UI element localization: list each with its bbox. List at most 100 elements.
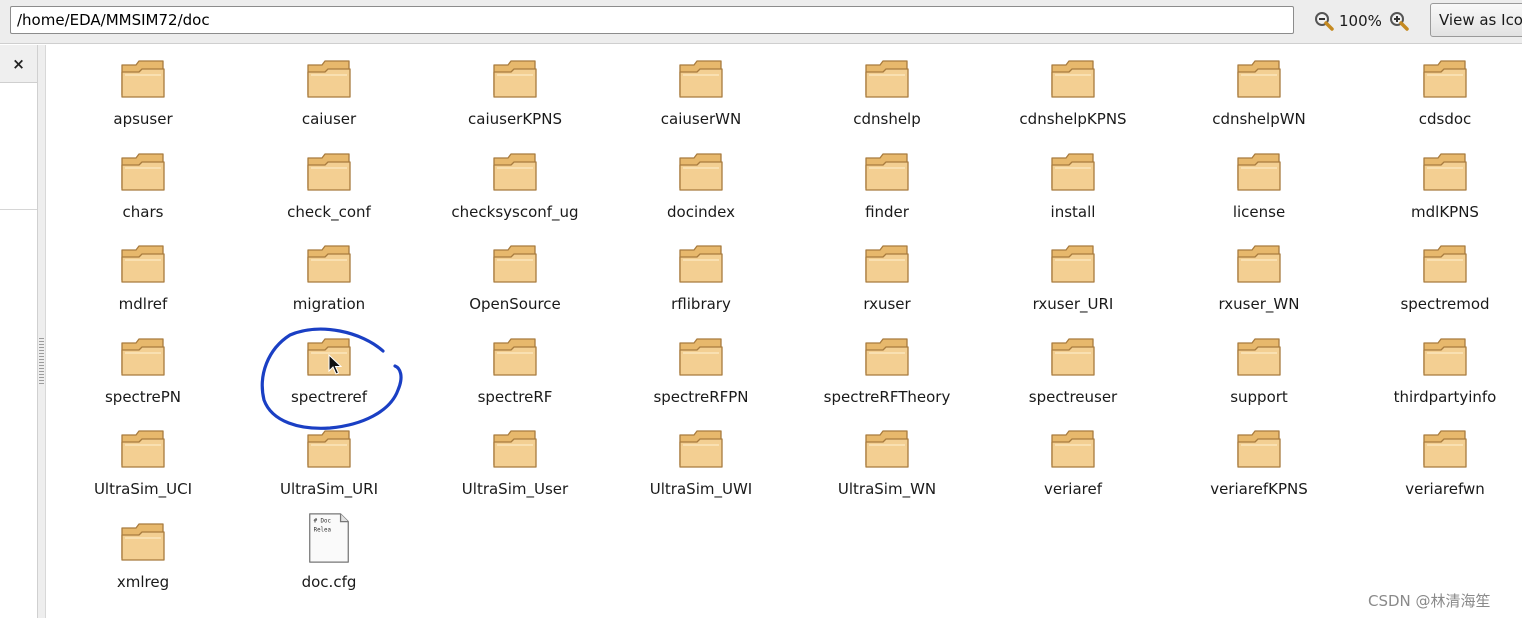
folder-item[interactable]: spectrePN [51,323,235,411]
folder-item[interactable]: rflibrary [609,230,793,318]
item-label: finder [865,202,909,221]
folder-icon [1237,245,1281,283]
folder-item[interactable]: thirdpartyinfo [1353,323,1522,411]
sidebar-divider [0,209,37,210]
folder-item[interactable]: install [981,138,1165,226]
folder-icon [679,245,723,283]
zoom-in-button[interactable] [1387,9,1411,33]
folder-item[interactable]: veriarefKPNS [1167,415,1351,503]
folder-item[interactable]: spectreuser [981,323,1165,411]
folder-item[interactable]: mdlref [51,230,235,318]
folder-item[interactable]: cdnshelpKPNS [981,45,1165,133]
folder-item[interactable]: xmlreg [51,508,235,596]
item-label: rflibrary [671,295,731,313]
folder-item[interactable]: check_conf [237,138,421,226]
folder-item[interactable]: docindex [609,138,793,226]
item-label: spectreuser [1028,387,1118,406]
item-label: rxuser_WN [1218,295,1300,313]
folder-item[interactable]: spectreref [237,323,421,411]
folder-icon [493,337,537,376]
folder-item[interactable]: cdnshelpWN [1167,45,1351,133]
folder-item[interactable]: UltraSim_User [423,415,607,503]
folder-item[interactable]: cdsdoc [1353,45,1522,133]
folder-item[interactable]: spectreRFTheory [795,323,979,411]
zoom-out-button[interactable] [1312,9,1336,33]
item-label: caiuserWN [660,110,742,128]
item-label: install [1050,202,1096,221]
item-label: support [1230,387,1288,406]
folder-item[interactable]: UltraSim_UCI [51,415,235,503]
view-as-select[interactable]: View as Icons [1430,3,1522,37]
file-preview-line: # Doc [314,518,331,524]
item-label: UltraSim_UWI [649,480,753,498]
item-label: check_conf [287,202,371,221]
folder-item[interactable]: rxuser [795,230,979,318]
location-input[interactable] [10,6,1294,34]
item-label: xmlreg [116,572,170,591]
folder-item[interactable]: finder [795,138,979,226]
folder-icon [1423,152,1467,191]
folder-icon [121,60,165,98]
item-label: doc.cfg [301,572,357,591]
folder-item[interactable]: checksysconf_ug [423,138,607,226]
folder-icon [121,337,165,376]
item-label: UltraSim_UCI [93,480,193,498]
folder-item[interactable]: caiuserKPNS [423,45,607,133]
item-label: spectreref [290,387,368,406]
item-label: UltraSim_User [461,480,569,498]
item-label: checksysconf_ug [451,202,579,221]
folder-item[interactable]: support [1167,323,1351,411]
folder-item[interactable]: UltraSim_UWI [609,415,793,503]
folder-item[interactable]: OpenSource [423,230,607,318]
folder-icon [865,60,909,98]
folder-item[interactable]: license [1167,138,1351,226]
folder-icon [1051,337,1095,376]
item-label: cdnshelpWN [1212,110,1306,128]
file-item[interactable]: # Doc Relea doc.cfg [237,508,421,596]
toolbar: 100% View as Icons [0,0,1522,44]
folder-icon [1051,152,1095,191]
folder-icon [493,245,537,283]
folder-item[interactable]: rxuser_WN [1167,230,1351,318]
folder-item[interactable]: UltraSim_URI [237,415,421,503]
item-label: spectreRF [477,387,553,406]
folder-icon [493,430,537,468]
folder-item[interactable]: UltraSim_WN [795,415,979,503]
folder-item[interactable]: spectremod [1353,230,1522,318]
item-label: thirdpartyinfo [1393,387,1497,406]
item-label: rxuser_URI [1032,295,1114,313]
folder-item[interactable]: caiuserWN [609,45,793,133]
folder-item[interactable]: veriaref [981,415,1165,503]
item-label: license [1232,202,1286,221]
folder-item[interactable]: migration [237,230,421,318]
folder-icon [865,430,909,468]
folder-item[interactable]: cdnshelp [795,45,979,133]
folder-item[interactable]: rxuser_URI [981,230,1165,318]
zoom-in-icon [1389,12,1409,31]
item-label: mdlKPNS [1411,202,1479,221]
text-file-icon: # Doc Relea [309,512,349,563]
item-label: UltraSim_URI [279,480,378,498]
pane-resize-handle[interactable] [38,45,46,618]
item-label: migration [292,295,366,313]
zoom-controls: 100% [1312,8,1411,34]
item-label: apsuser [113,110,173,128]
folder-icon [307,245,351,283]
folder-item[interactable]: mdlKPNS [1353,138,1522,226]
folder-item[interactable]: apsuser [51,45,235,133]
folder-item[interactable]: veriarefwn [1353,415,1522,503]
folder-icon [865,337,909,376]
folder-item[interactable]: caiuser [237,45,421,133]
item-label: spectrePN [104,387,182,406]
sidebar-close-button[interactable]: × [0,45,37,83]
folder-icon [121,522,165,561]
folder-item[interactable]: chars [51,138,235,226]
folder-icon [121,152,165,191]
folder-icon [679,60,723,98]
folder-item[interactable]: spectreRFPN [609,323,793,411]
item-label: spectreRFPN [653,387,749,406]
folder-icon [1237,430,1281,468]
item-label: spectremod [1400,295,1490,313]
folder-item[interactable]: spectreRF [423,323,607,411]
folder-icon [493,60,537,98]
